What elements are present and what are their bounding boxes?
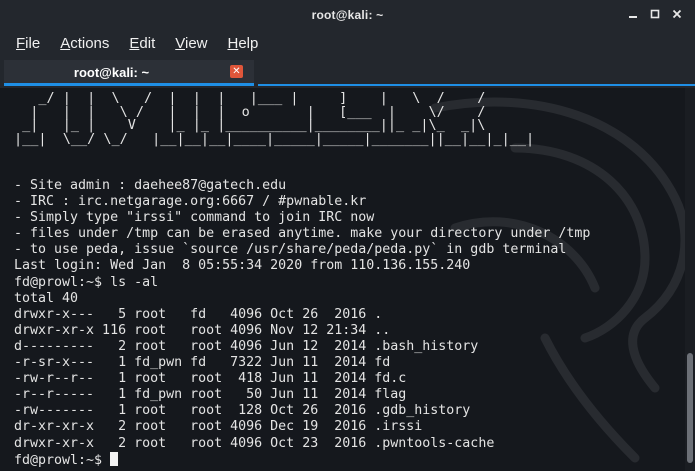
- prompt: fd@prowl:~$: [14, 452, 111, 468]
- menu-actions-label: ctions: [70, 35, 110, 52]
- scrollbar-thumb[interactable]: [687, 353, 693, 463]
- terminal-view[interactable]: _/ | | \ / | | | |___ | ] | \ / / | | | …: [0, 88, 695, 471]
- terminal-output: - Site admin : daehee87@gatech.edu - IRC…: [14, 178, 590, 469]
- menu-help-mnemonic: H: [227, 35, 239, 52]
- terminal-line: - Simply type "irssi" command to join IR…: [14, 210, 375, 226]
- terminal-line: - IRC : irc.netgarage.org:6667 / #pwnabl…: [14, 194, 367, 210]
- menu-file[interactable]: File: [6, 30, 50, 58]
- terminal-line: dr-xr-xr-x 2 root root 4096 Dec 19 2016 …: [14, 419, 423, 435]
- minimize-icon: [629, 16, 637, 18]
- menu-edit-mnemonic: E: [129, 35, 140, 52]
- terminal-line: -rw------- 1 root root 128 Oct 26 2016 .…: [14, 403, 471, 419]
- terminal-line: total 40: [14, 290, 79, 306]
- tab-close-icon[interactable]: ✕: [230, 65, 243, 78]
- banner-line: |__| \__/ \_/ |__|__|__|____|_____|_____…: [14, 130, 535, 147]
- menu-help[interactable]: Help: [218, 30, 269, 58]
- close-icon: [672, 9, 682, 19]
- terminal-line: fd@prowl:~$ ls -al: [14, 274, 159, 290]
- tab-bar: root@kali: ~ ✕: [0, 58, 695, 88]
- menu-view-label: iew: [184, 35, 208, 52]
- menu-actions[interactable]: Actions: [50, 30, 119, 58]
- menu-file-label: ile: [25, 35, 41, 52]
- terminal-line: - to use peda, issue `source /usr/share/…: [14, 242, 567, 258]
- terminal-line: - files under /tmp can be erased anytime…: [14, 226, 591, 242]
- terminal-line: drwxr-xr-x 116 root root 4096 Nov 12 21:…: [14, 322, 391, 338]
- tab-underline: [258, 84, 695, 86]
- window-controls: [625, 6, 685, 22]
- terminal-line: d--------- 2 root root 4096 Jun 12 2014 …: [14, 338, 479, 354]
- tab-label: root@kali: ~: [73, 65, 150, 80]
- menu-bar: File Actions Edit View Help: [0, 30, 695, 58]
- maximize-icon: [650, 9, 660, 19]
- terminal-line: - Site admin : daehee87@gatech.edu: [14, 178, 287, 193]
- terminal-line: drwxr-x--- 5 root fd 4096 Oct 26 2016 .: [14, 306, 383, 322]
- ascii-banner: _/ | | \ / | | | |___ | ] | \ / / | | | …: [14, 91, 535, 147]
- menu-actions-mnemonic: A: [60, 35, 71, 52]
- terminal-line: -r-sr-x--- 1 fd_pwn fd 7322 Jun 11 2014 …: [14, 355, 391, 371]
- menu-view[interactable]: View: [165, 30, 217, 58]
- terminal-line: -rw-r--r-- 1 root root 418 Jun 11 2014 f…: [14, 371, 407, 387]
- menu-edit[interactable]: Edit: [119, 30, 165, 58]
- menu-view-mnemonic: V: [175, 35, 185, 52]
- minimize-button[interactable]: [625, 6, 641, 22]
- menu-help-label: elp: [238, 35, 259, 52]
- text-cursor: [110, 451, 119, 466]
- menu-edit-label: dit: [139, 35, 156, 52]
- terminal-line: Last login: Wed Jan 8 05:55:34 2020 from…: [14, 258, 471, 274]
- maximize-button[interactable]: [647, 6, 663, 22]
- menu-file-mnemonic: F: [16, 35, 26, 52]
- title-bar: root@kali: ~: [0, 0, 695, 30]
- terminal-line: -r--r----- 1 fd_pwn root 50 Jun 11 2014 …: [14, 387, 407, 403]
- tab-terminal[interactable]: root@kali: ~ ✕: [4, 60, 254, 86]
- terminal-line: drwxr-xr-x 2 root root 4096 Oct 23 2016 …: [14, 435, 495, 451]
- window-title: root@kali: ~: [311, 8, 384, 22]
- close-button[interactable]: [669, 6, 685, 22]
